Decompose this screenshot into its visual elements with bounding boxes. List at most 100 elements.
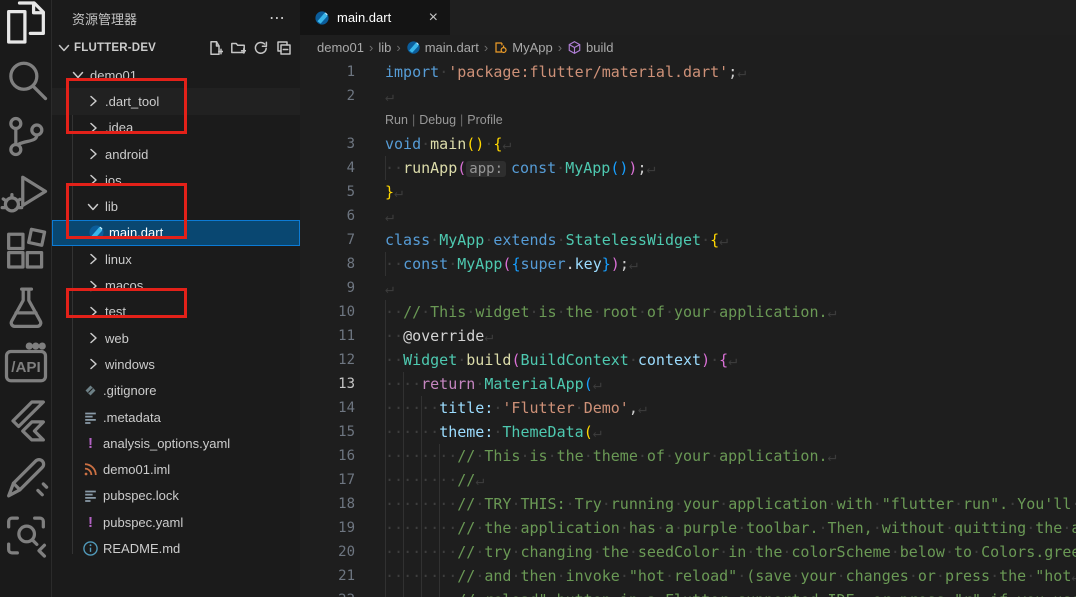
dart-icon — [406, 40, 421, 55]
tree-item-pubspec.yaml[interactable]: !pubspec.yaml — [52, 509, 300, 535]
collapse-all-icon[interactable] — [276, 40, 292, 56]
code-line-18: 18········//·TRY·THIS:·Try·running·your·… — [300, 492, 1076, 516]
codelens-run-link[interactable]: Run — [385, 113, 408, 127]
tree-item-.idea[interactable]: .idea — [52, 115, 300, 141]
tree-item-lib[interactable]: lib — [52, 193, 300, 219]
vscode-window: /API 资源管理器 ⋯ FLUTTER-DEV demo01 .dart_too… — [0, 0, 1076, 597]
line-number — [300, 108, 355, 132]
breadcrumb-label: build — [586, 40, 613, 55]
test-beaker-icon[interactable] — [0, 279, 52, 336]
tree-item-label: web — [105, 331, 129, 346]
breadcrumb-item-main.dart[interactable]: main.dart — [406, 40, 479, 55]
tree-item-web[interactable]: web — [52, 325, 300, 351]
explorer-sidebar: 资源管理器 ⋯ FLUTTER-DEV demo01 .dart_tool .ide… — [52, 0, 300, 597]
source-control-icon[interactable] — [0, 108, 52, 165]
tree-item-.dart_tool[interactable]: .dart_tool — [52, 88, 300, 114]
eol-mark: ↵ — [1071, 567, 1076, 585]
tree-item-label: windows — [105, 357, 155, 372]
tree-item-macos[interactable]: macos — [52, 272, 300, 298]
tab-main-dart[interactable]: main.dart × — [300, 0, 450, 35]
line-number: 19 — [300, 516, 355, 540]
breadcrumb-item-demo01[interactable]: demo01 — [317, 40, 364, 55]
breadcrumb-item-MyApp[interactable]: MyApp — [493, 40, 552, 55]
line-number: 11 — [300, 324, 355, 348]
explorer-icon[interactable] — [0, 0, 52, 51]
tree-item-ios[interactable]: ios — [52, 167, 300, 193]
codelens-debug-link[interactable]: Debug — [419, 113, 456, 127]
tree-item-pubspec.lock[interactable]: pubspec.lock — [52, 483, 300, 509]
run-debug-icon[interactable] — [0, 165, 52, 222]
tree-item-linux[interactable]: linux — [52, 246, 300, 272]
tree-item-demo01[interactable]: demo01 — [52, 62, 300, 88]
line-number: 13 — [300, 372, 355, 396]
tree-item-windows[interactable]: windows — [52, 351, 300, 377]
tree-item-label: test — [105, 304, 126, 319]
line-number: 21 — [300, 564, 355, 588]
more-actions-icon[interactable]: ⋯ — [269, 8, 286, 28]
code-line-1: 1import·'package:flutter/material.dart';… — [300, 60, 1076, 84]
tree-item-label: .metadata — [103, 410, 161, 425]
breadcrumb: demo01›lib›main.dart›MyApp›build — [300, 35, 1076, 60]
code-editor[interactable]: 1import·'package:flutter/material.dart';… — [300, 60, 1076, 597]
search-icon[interactable] — [0, 51, 52, 108]
line-number: 8 — [300, 252, 355, 276]
refresh-icon[interactable] — [253, 40, 269, 56]
eol-mark: ↵ — [737, 63, 746, 81]
tab-label: main.dart — [337, 10, 427, 25]
chevron-down-icon — [70, 67, 86, 83]
eol-mark: ↵ — [828, 303, 837, 321]
api-client-icon[interactable]: /API — [0, 336, 52, 393]
chevron-right-icon — [85, 93, 101, 109]
workspace-section-header[interactable]: FLUTTER-DEV — [52, 36, 300, 60]
flutter-icon[interactable] — [0, 393, 52, 450]
line-number: 18 — [300, 492, 355, 516]
code-line-9: 9↵ — [300, 276, 1076, 300]
code-line-4: 4··runApp(app:const·MyApp());↵ — [300, 156, 1076, 180]
codelens-profile-link[interactable]: Profile — [467, 113, 502, 127]
dart-file-icon — [88, 224, 105, 241]
tree-item-README.md[interactable]: README.md — [52, 535, 300, 561]
file-tree: demo01 .dart_tool .ideaandroidioslibmain.d… — [52, 60, 300, 562]
eol-mark: ↵ — [394, 183, 403, 201]
code-line-11: 11··@override↵ — [300, 324, 1076, 348]
line-number: 9 — [300, 276, 355, 300]
tree-item-label: analysis_options.yaml — [103, 436, 230, 451]
breadcrumb-item-lib[interactable]: lib — [378, 40, 391, 55]
line-number: 1 — [300, 60, 355, 84]
activity-bar: /API — [0, 0, 52, 597]
inlay-hint: app: — [466, 161, 506, 177]
sidebar-title: 资源管理器 — [72, 9, 269, 28]
tree-item-demo01.iml[interactable]: demo01.iml — [52, 456, 300, 482]
search-editor-icon[interactable] — [0, 507, 52, 564]
edit-pen-icon[interactable] — [0, 450, 52, 507]
tree-item-label: .dart_tool — [105, 94, 159, 109]
code-line-17: 17········//↵ — [300, 468, 1076, 492]
line-number: 20 — [300, 540, 355, 564]
chevron-right-icon — [85, 146, 101, 162]
code-line-12: 12··Widget·build(BuildContext·context)·{… — [300, 348, 1076, 372]
svg-text:/API: /API — [11, 359, 40, 376]
breadcrumb-label: MyApp — [512, 40, 552, 55]
eol-mark: ↵ — [593, 375, 602, 393]
tree-item-analysis_options.yaml[interactable]: !analysis_options.yaml — [52, 430, 300, 456]
lines-file-icon — [82, 487, 99, 504]
code-line-15: 15······theme:·ThemeData(↵ — [300, 420, 1076, 444]
eol-mark: ↵ — [475, 471, 484, 489]
chevron-right-icon — [85, 330, 101, 346]
new-file-icon[interactable] — [207, 40, 223, 56]
chevron-down-icon — [56, 40, 72, 56]
tree-item-android[interactable]: android — [52, 141, 300, 167]
extensions-icon[interactable] — [0, 222, 52, 279]
breadcrumb-item-build[interactable]: build — [567, 40, 613, 55]
tree-item-main.dart[interactable]: main.dart — [52, 220, 300, 246]
tree-item-.gitignore[interactable]: .gitignore — [52, 378, 300, 404]
tab-close-icon[interactable]: × — [427, 9, 440, 27]
code-line-21: 21········//·and·then·invoke·"hot·reload… — [300, 564, 1076, 588]
explorer-actions — [207, 40, 292, 56]
code-line-10: 10··//·This·widget·is·the·root·of·your·a… — [300, 300, 1076, 324]
tree-item-test[interactable]: test — [52, 299, 300, 325]
tree-item-.metadata[interactable]: .metadata — [52, 404, 300, 430]
method-icon — [567, 40, 582, 55]
tree-item-label: demo01.iml — [103, 462, 170, 477]
new-folder-icon[interactable] — [230, 40, 246, 56]
